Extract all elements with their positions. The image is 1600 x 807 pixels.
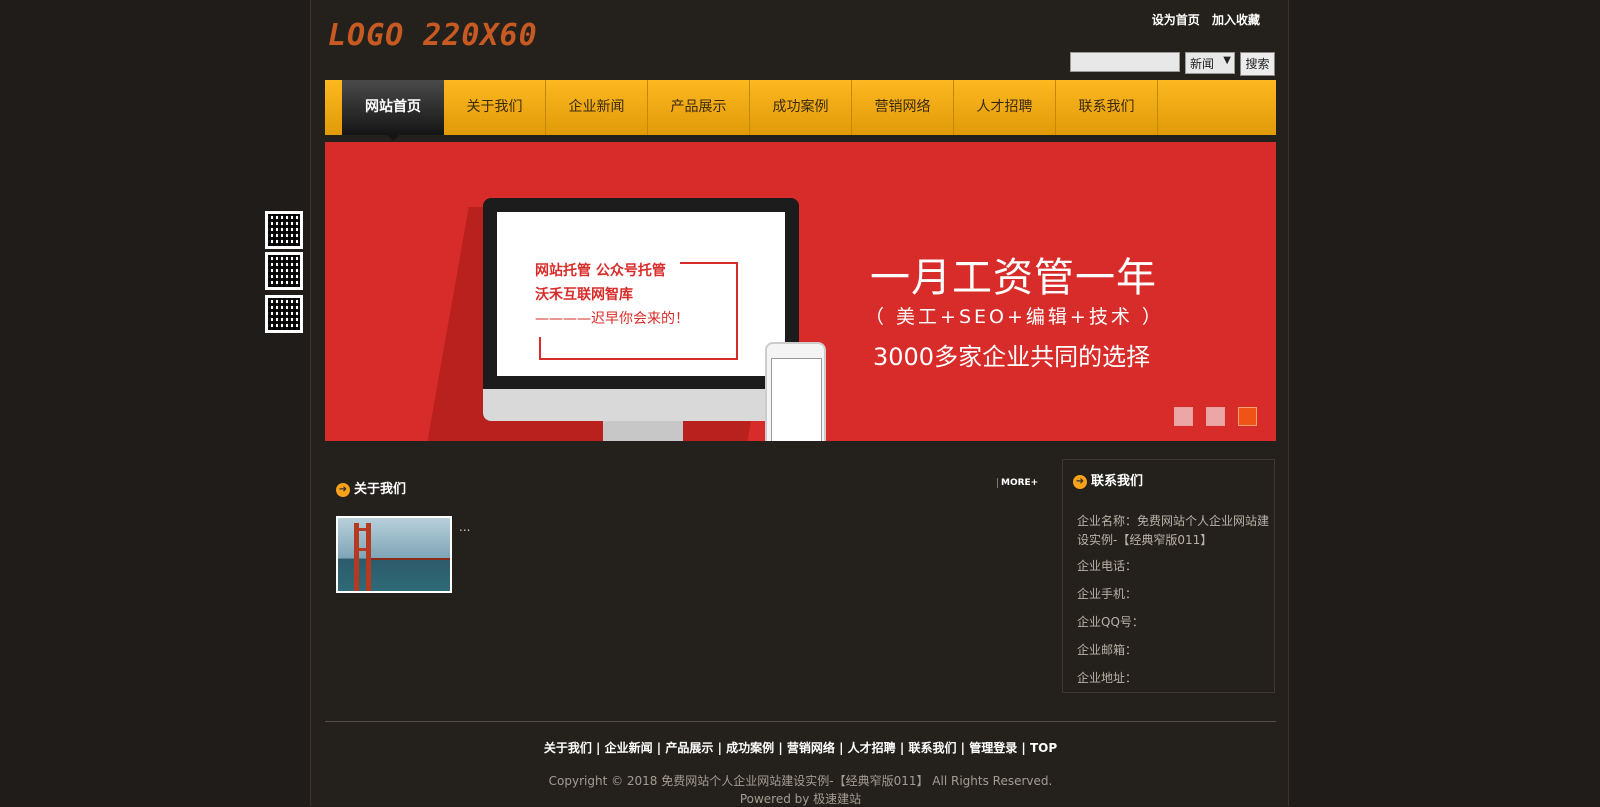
main-nav: 网站首页 关于我们 企业新闻 产品展示 成功案例 营销网络 人才招聘 联系我们 (325, 80, 1276, 141)
contact-qq: 企业QQ号： (1077, 615, 1144, 629)
footer-link-jobs[interactable]: 人才招聘 (848, 741, 896, 755)
screen-line-3: ————迟早你会来的！ (535, 311, 689, 327)
footer-links: 关于我们 | 企业新闻 | 产品展示 | 成功案例 | 营销网络 | 人才招聘 … (543, 741, 1058, 755)
search-input[interactable] (1070, 52, 1180, 72)
banner-title: 一月工资管一年 (870, 255, 1157, 301)
footer-link-cases[interactable]: 成功案例 (726, 741, 774, 755)
chevron-down-icon: ▼ (1223, 55, 1231, 66)
qr-code-icon[interactable] (265, 211, 303, 249)
search-category-value: 新闻 (1190, 57, 1215, 71)
copyright-text: Copyright © 2018 免费网站个人企业网站建设实例-【经典窄版011… (548, 774, 1053, 788)
about-section-title: ➜ 关于我们 (336, 478, 406, 497)
about-thumbnail[interactable] (336, 516, 452, 593)
search-category-select[interactable]: 新闻 ▼ (1185, 52, 1235, 74)
arrow-right-icon: ➜ (336, 482, 350, 497)
footer-link-network[interactable]: 营销网络 (787, 741, 835, 755)
footer-link-contact[interactable]: 联系我们 (908, 741, 956, 755)
qr-code-icon[interactable] (265, 252, 303, 290)
top-links: 设为首页 加入收藏 (1144, 11, 1260, 28)
hero-banner[interactable]: 网站托管 公众号托管 沃禾互联网智库 ————迟早你会来的！ 一月工资管一年 （… (325, 142, 1276, 441)
search-button[interactable]: 搜索 (1240, 52, 1275, 76)
contact-mobile: 企业手机： (1077, 587, 1138, 601)
footer-link-top[interactable]: TOP (1030, 741, 1057, 755)
about-title-text: 关于我们 (354, 482, 407, 497)
set-homepage-link[interactable]: 设为首页 (1152, 13, 1200, 27)
slide-dot-2[interactable] (1206, 407, 1225, 426)
monitor-illustration: 网站托管 公众号托管 沃禾互联网智库 ————迟早你会来的！ (483, 198, 799, 421)
nav-item-contact[interactable]: 联系我们 (1056, 80, 1158, 135)
contact-phone: 企业电话： (1077, 559, 1138, 573)
contact-email: 企业邮箱： (1077, 643, 1138, 657)
page-container: LOGO 220X60 设为首页 加入收藏 新闻 ▼ 搜索 网站首页 关于我们 … (310, 0, 1289, 806)
screen-line-1: 网站托管 公众号托管 (535, 263, 666, 279)
nav-item-about[interactable]: 关于我们 (444, 80, 546, 135)
contact-title-text: 联系我们 (1091, 474, 1144, 489)
about-excerpt: ... (459, 520, 471, 534)
contact-section-title: ➜ 联系我们 (1073, 470, 1143, 489)
nav-item-network[interactable]: 营销网络 (852, 80, 954, 135)
nav-item-cases[interactable]: 成功案例 (750, 80, 852, 135)
slide-dot-1[interactable] (1174, 407, 1193, 426)
arrow-right-icon: ➜ (1073, 474, 1087, 489)
monitor-stand (603, 421, 683, 441)
about-more-link[interactable]: MORE+ (997, 478, 1038, 488)
add-favorite-link[interactable]: 加入收藏 (1212, 13, 1260, 27)
footer-link-products[interactable]: 产品展示 (665, 741, 713, 755)
qr-code-icon[interactable] (265, 295, 303, 333)
banner-subtitle-2: 3000多家企业共同的选择 (873, 343, 1151, 371)
footer-divider (325, 721, 1276, 722)
footer-link-news[interactable]: 企业新闻 (605, 741, 653, 755)
nav-item-home[interactable]: 网站首页 (342, 80, 444, 141)
nav-item-jobs[interactable]: 人才招聘 (954, 80, 1056, 135)
nav-item-news[interactable]: 企业新闻 (546, 80, 648, 135)
footer-link-admin[interactable]: 管理登录 (969, 741, 1017, 755)
contact-panel: ➜ 联系我们 企业名称：免费网站个人企业网站建设实例-【经典窄版011】 企业电话… (1062, 459, 1275, 693)
nav-item-products[interactable]: 产品展示 (648, 80, 750, 135)
phone-illustration (765, 342, 826, 441)
contact-address: 企业地址： (1077, 671, 1138, 685)
banner-subtitle: （ 美工+SEO+编辑+技术 ） (865, 306, 1164, 328)
slide-dot-3[interactable] (1238, 407, 1257, 426)
powered-by-text: Powered by 极速建站 (739, 792, 862, 806)
screen-line-2: 沃禾互联网智库 (535, 287, 633, 303)
contact-company: 企业名称：免费网站个人企业网站建设实例-【经典窄版011】 (1077, 514, 1270, 547)
footer-link-about[interactable]: 关于我们 (544, 741, 592, 755)
site-logo[interactable]: LOGO 220X60 (328, 18, 538, 53)
